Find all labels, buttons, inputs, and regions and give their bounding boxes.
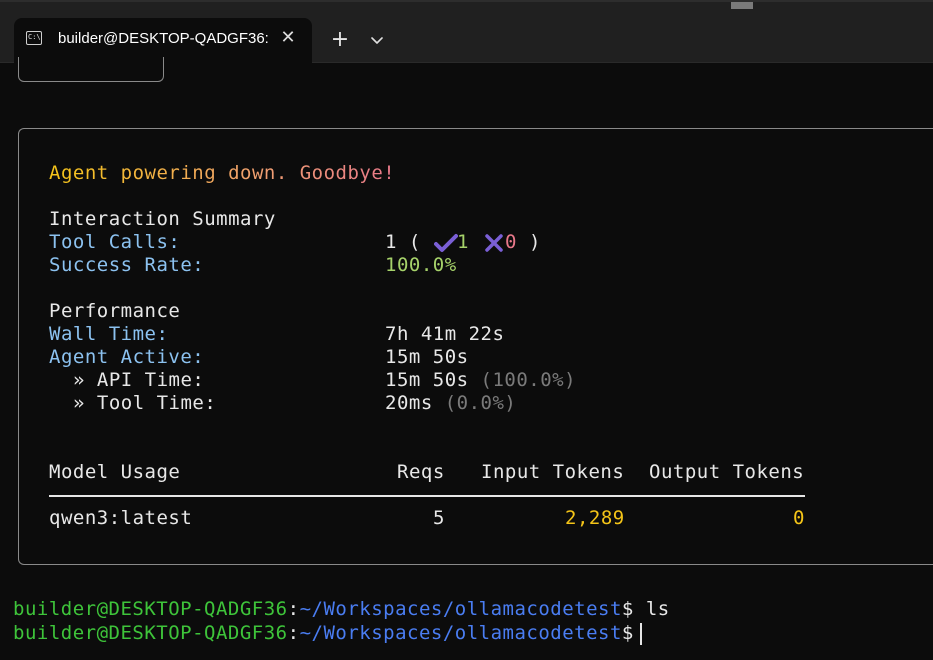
- api-time-value: 15m 50s (100.0%): [385, 369, 576, 391]
- check-icon: [434, 234, 458, 252]
- tool-calls-success: 1: [457, 231, 469, 253]
- terminal-icon: C:\: [26, 31, 42, 45]
- cross-icon: [485, 234, 503, 252]
- performance-heading: Performance: [49, 300, 181, 322]
- prompt-symbol: $: [621, 598, 634, 620]
- agent-active-label: Agent Active:: [49, 346, 205, 368]
- interaction-summary-heading: Interaction Summary: [49, 208, 276, 230]
- scroll-thumb-indicator: [731, 2, 753, 9]
- table-header-model: Model Usage: [49, 461, 181, 483]
- tool-calls-fail: 0: [505, 231, 517, 253]
- text-cursor: [639, 622, 642, 645]
- prompt-separator: :: [287, 598, 300, 620]
- tool-time-percent: (0.0%): [444, 392, 517, 414]
- prompt-path: ~/Workspaces/ollamacodetest: [299, 598, 622, 620]
- table-row-input-tokens: 2,289: [565, 507, 625, 529]
- success-rate-label: Success Rate:: [49, 254, 205, 276]
- tool-calls-label: Tool Calls:: [49, 231, 181, 253]
- tool-time-value: 20ms (0.0%): [385, 392, 516, 414]
- prompt-command: ls: [645, 598, 670, 620]
- terminal-icon-text: C:\: [28, 33, 41, 41]
- table-row-model: qwen3:latest: [49, 507, 193, 529]
- prompt-line-2[interactable]: builder@DESKTOP-QADGF36:~/Workspaces/oll…: [13, 622, 642, 645]
- success-rate-value: 100.0%: [385, 254, 457, 276]
- table-header-output-tokens: Output Tokens: [649, 461, 805, 483]
- table-row-output-tokens: 0: [793, 507, 805, 529]
- api-time-label: » API Time:: [73, 369, 205, 391]
- tool-calls-open: (: [408, 231, 421, 253]
- previous-output-box: [18, 57, 164, 82]
- title-bar: C:\ builder@DESKTOP-QADGF36: ✕ +: [0, 0, 933, 63]
- table-header-rule: [49, 495, 805, 497]
- tool-time-label: » Tool Time:: [73, 392, 217, 414]
- chevron-down-icon[interactable]: [366, 28, 388, 52]
- new-tab-button[interactable]: +: [328, 26, 352, 54]
- tool-calls-value: 1 (: [385, 231, 433, 253]
- wall-time-label: Wall Time:: [49, 323, 169, 345]
- prompt-symbol: $: [621, 622, 634, 644]
- wall-time-value: 7h 41m 22s: [385, 323, 505, 345]
- table-header-reqs: Reqs: [397, 461, 445, 483]
- prompt-path: ~/Workspaces/ollamacodetest: [299, 622, 622, 644]
- prompt-user-host: builder@DESKTOP-QADGF36: [13, 598, 288, 620]
- agent-active-value: 15m 50s: [385, 346, 469, 368]
- api-time-percent: (100.0%): [480, 369, 577, 391]
- tab-title: builder@DESKTOP-QADGF36:: [58, 30, 269, 47]
- prompt-user-host: builder@DESKTOP-QADGF36: [13, 622, 288, 644]
- tool-calls-close: ): [529, 231, 541, 253]
- tool-calls-total: 1: [385, 231, 397, 253]
- api-time-duration: 15m 50s: [385, 369, 469, 391]
- tool-time-duration: 20ms: [385, 392, 433, 414]
- terminal-content[interactable]: Agent powering down. Goodbye! Interactio…: [0, 57, 933, 660]
- table-header-input-tokens: Input Tokens: [481, 461, 625, 483]
- close-tab-icon[interactable]: ✕: [278, 27, 298, 49]
- title-bar-top-edge: [0, 0, 933, 2]
- table-row-reqs: 5: [433, 507, 445, 529]
- prompt-line-1: builder@DESKTOP-QADGF36:~/Workspaces/oll…: [13, 598, 670, 620]
- goodbye-message: Agent powering down. Goodbye!: [49, 162, 396, 184]
- prompt-separator: :: [287, 622, 300, 644]
